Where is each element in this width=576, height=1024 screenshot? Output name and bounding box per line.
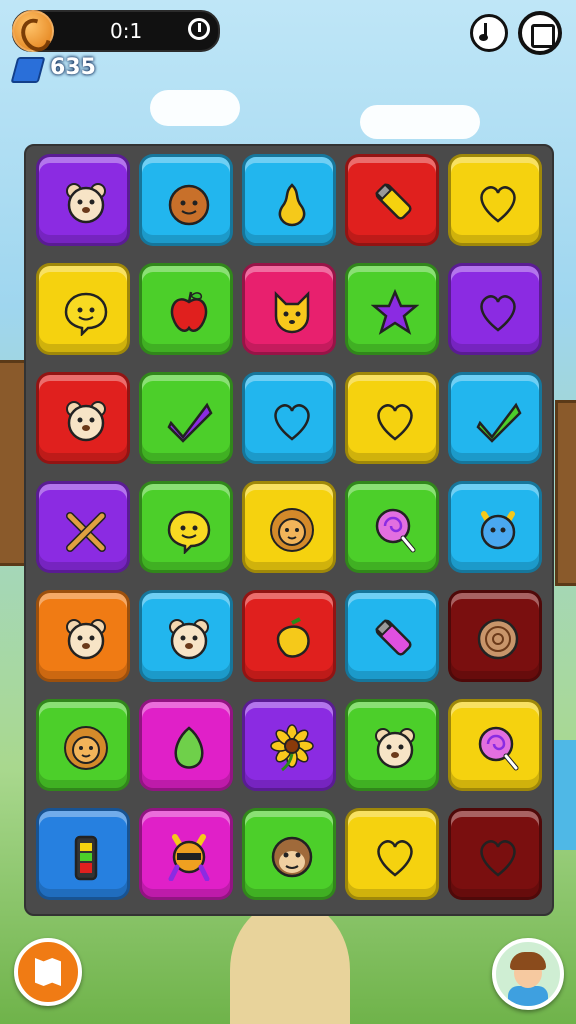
star-icon: [370, 288, 420, 336]
bear-face-icon: [371, 724, 419, 772]
board-tile[interactable]: [139, 154, 233, 246]
board-tile[interactable]: [242, 263, 336, 355]
papaya-icon: [165, 724, 213, 772]
board-tile[interactable]: [139, 808, 233, 900]
robot-creature-icon: [165, 833, 213, 882]
board-tile[interactable]: [242, 590, 336, 682]
battery-icon: [62, 833, 110, 881]
board-tile[interactable]: [448, 699, 542, 791]
bear-face-icon: [62, 179, 110, 227]
board-tile[interactable]: [448, 154, 542, 246]
board-tile[interactable]: [36, 481, 130, 573]
music-note-icon: [479, 23, 497, 41]
board-tile[interactable]: [242, 154, 336, 246]
bear-face-icon: [165, 615, 213, 663]
board-tile[interactable]: [345, 590, 439, 682]
coconut-face-icon: [165, 179, 213, 227]
lion-face-icon: [62, 724, 110, 772]
wood-log-icon: [474, 615, 522, 663]
game-board: [24, 144, 554, 916]
board-tile[interactable]: [345, 154, 439, 246]
timer-icon[interactable]: [188, 18, 210, 40]
hut: [555, 400, 576, 586]
marker-icon: [371, 615, 419, 663]
score-bar: 0:1: [12, 10, 220, 57]
heart-icon: [474, 288, 522, 336]
board-tile[interactable]: [345, 372, 439, 464]
heart-icon: [371, 833, 419, 881]
board-tile[interactable]: [36, 263, 130, 355]
board-tile[interactable]: [448, 590, 542, 682]
board-tile[interactable]: [448, 481, 542, 573]
speech-bubble-face-icon: [165, 506, 213, 556]
mango-icon: [268, 615, 316, 663]
coin-icon: [12, 10, 57, 57]
blue-creature-icon: [474, 506, 522, 554]
map-icon: [35, 958, 61, 986]
map-button[interactable]: [14, 938, 82, 1006]
lollipop-icon: [371, 506, 419, 554]
apple-icon: [165, 288, 213, 336]
board-tile[interactable]: [139, 590, 233, 682]
board-tile[interactable]: [345, 263, 439, 355]
crossed-tools-icon: [62, 506, 110, 554]
board-tile[interactable]: [242, 481, 336, 573]
board-tile[interactable]: [139, 481, 233, 573]
player-avatar[interactable]: [492, 938, 564, 1010]
heart-icon: [371, 397, 419, 445]
heart-icon: [268, 397, 316, 445]
board-tile[interactable]: [448, 808, 542, 900]
marker-icon: [371, 179, 419, 227]
board-tile[interactable]: [139, 699, 233, 791]
heart-icon: [474, 179, 522, 227]
music-button[interactable]: [470, 14, 508, 52]
lion-face-icon: [268, 506, 316, 554]
fox-face-icon: [268, 288, 316, 336]
board-tile[interactable]: [345, 481, 439, 573]
dirt-path: [230, 900, 350, 1024]
board-tile[interactable]: [345, 699, 439, 791]
board-tile[interactable]: [139, 372, 233, 464]
board-tile[interactable]: [36, 154, 130, 246]
board-tile[interactable]: [242, 808, 336, 900]
board-tile[interactable]: [36, 808, 130, 900]
board-tile[interactable]: [242, 372, 336, 464]
board-tile[interactable]: [139, 263, 233, 355]
board-tile[interactable]: [36, 372, 130, 464]
board-tile[interactable]: [448, 372, 542, 464]
monkey-face-icon: [268, 833, 316, 881]
board-tile[interactable]: [345, 808, 439, 900]
board-tile[interactable]: [36, 699, 130, 791]
pear-icon: [268, 179, 316, 227]
board-tile[interactable]: [36, 590, 130, 682]
lollipop-icon: [474, 724, 522, 772]
board-tile[interactable]: [242, 699, 336, 791]
cloud: [150, 90, 240, 126]
heart-icon: [474, 833, 522, 881]
stop-icon: [531, 24, 555, 48]
score-value: 0:1: [110, 19, 143, 43]
bear-face-icon: [62, 615, 110, 663]
sunflower-icon: [268, 724, 316, 772]
check-mark-icon: [165, 397, 213, 445]
gem-count: 635: [50, 55, 96, 80]
check-mark-icon: [474, 397, 522, 445]
speech-bubble-face-icon: [62, 288, 110, 338]
cloud: [360, 105, 480, 139]
stop-button[interactable]: [518, 11, 562, 55]
board-tile[interactable]: [448, 263, 542, 355]
bear-face-icon: [62, 397, 110, 445]
